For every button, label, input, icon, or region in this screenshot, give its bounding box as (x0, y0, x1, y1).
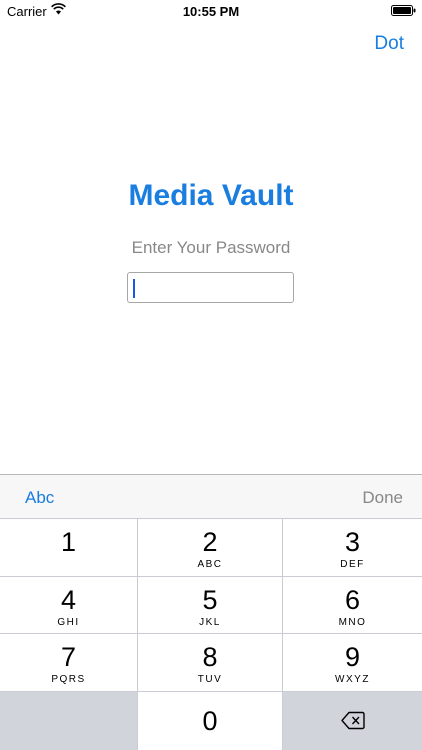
key-0[interactable]: 0 (138, 692, 282, 750)
backspace-key[interactable] (283, 692, 422, 750)
key-digit: 9 (344, 642, 361, 672)
status-bar: Carrier 10:55 PM (0, 0, 422, 22)
status-time: 10:55 PM (182, 4, 240, 19)
key-3[interactable]: 3 DEF (283, 519, 422, 576)
key-8[interactable]: 8 TUV (138, 634, 282, 691)
dot-button[interactable]: Dot (374, 33, 404, 55)
password-input[interactable] (127, 272, 294, 303)
key-2[interactable]: 2 ABC (138, 519, 282, 576)
number-keypad: 1 2 ABC 3 DEF 4 GHI 5 JKL 6 MNO 7 PQRS 8… (0, 518, 422, 750)
key-6[interactable]: 6 MNO (283, 577, 422, 633)
key-letters: DEF (340, 559, 365, 570)
key-4[interactable]: 4 GHI (0, 577, 137, 633)
backspace-icon (341, 711, 365, 730)
key-digit: 6 (344, 585, 361, 615)
key-digit: 0 (202, 706, 218, 736)
key-digit: 7 (60, 642, 77, 672)
app-title: Media Vault (128, 179, 294, 212)
key-letters: PQRS (51, 674, 86, 685)
key-digit: 5 (202, 585, 218, 615)
key-letters: WXYZ (335, 674, 370, 685)
key-letters: GHI (57, 617, 80, 628)
password-prompt: Enter Your Password (131, 238, 291, 257)
blank-key (0, 692, 137, 750)
key-digit: 8 (202, 642, 218, 672)
key-9[interactable]: 9 WXYZ (283, 634, 422, 691)
key-digit: 1 (60, 527, 77, 557)
key-letters: JKL (199, 617, 221, 628)
key-digit: 4 (60, 585, 77, 615)
key-letters: MNO (338, 617, 367, 628)
key-7[interactable]: 7 PQRS (0, 634, 137, 691)
abc-button[interactable]: Abc (25, 488, 54, 508)
battery-icon (391, 5, 416, 16)
text-caret (133, 279, 135, 298)
key-5[interactable]: 5 JKL (138, 577, 282, 633)
key-letters: TUV (197, 674, 223, 685)
done-button[interactable]: Done (362, 488, 403, 508)
key-letters: ABC (197, 559, 223, 570)
keyboard-toolbar: Abc Done (0, 474, 422, 518)
key-digit: 2 (202, 527, 218, 557)
key-1[interactable]: 1 (0, 519, 137, 576)
key-digit: 3 (344, 527, 361, 557)
